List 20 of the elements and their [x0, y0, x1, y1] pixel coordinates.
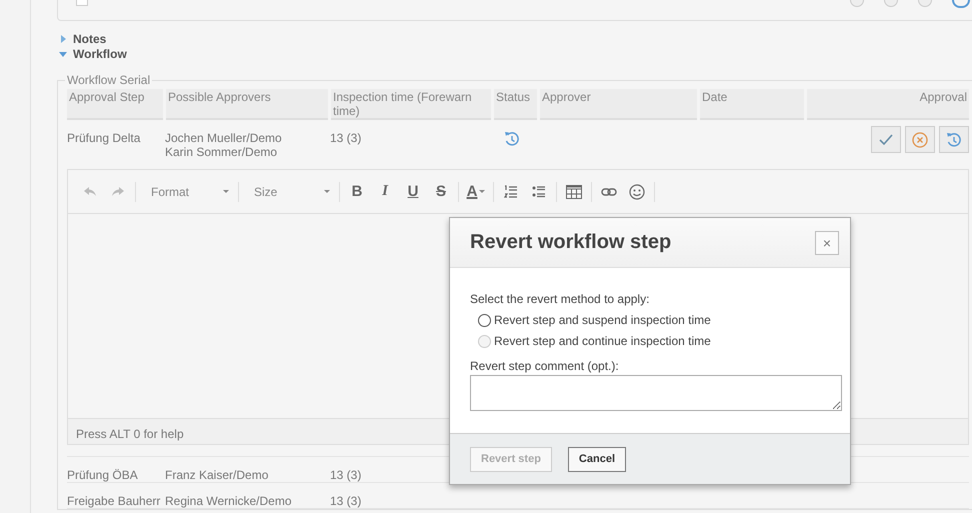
column-header: Inspection time (Forewarn time) — [331, 89, 491, 120]
column-header: Approver — [540, 89, 697, 120]
column-header: Possible Approvers — [166, 89, 328, 120]
column-header: Date — [700, 89, 804, 120]
column-header: Approval — [807, 89, 969, 120]
fieldset-legend: Workflow Serial — [65, 73, 152, 87]
table-cell-text: Prüfung ÖBA — [67, 467, 139, 482]
table-cell-text: Regina Wernicke/Demo — [165, 493, 292, 508]
table-cell-text: Jochen Mueller/Demo Karin Sommer/Demo — [165, 130, 283, 159]
revert-step-button: Revert step — [470, 446, 552, 472]
dialog-prompt: Select the revert method to apply: — [470, 292, 650, 306]
table-cell-text: 13 (3) — [330, 493, 362, 508]
table-cell-text: Freigabe Bauherr — [67, 493, 162, 508]
field-label: Revert step comment (opt.): — [470, 359, 620, 373]
table-cell-text: Prüfung Delta — [67, 130, 142, 145]
dialog-title: Revert workflow step — [470, 231, 672, 254]
column-header: Status — [494, 89, 537, 120]
table-cell-text: 13 (3) — [330, 130, 362, 145]
table-cell-text: Franz Kaiser/Demo — [165, 467, 270, 482]
column-header: Approval Step — [67, 89, 163, 120]
